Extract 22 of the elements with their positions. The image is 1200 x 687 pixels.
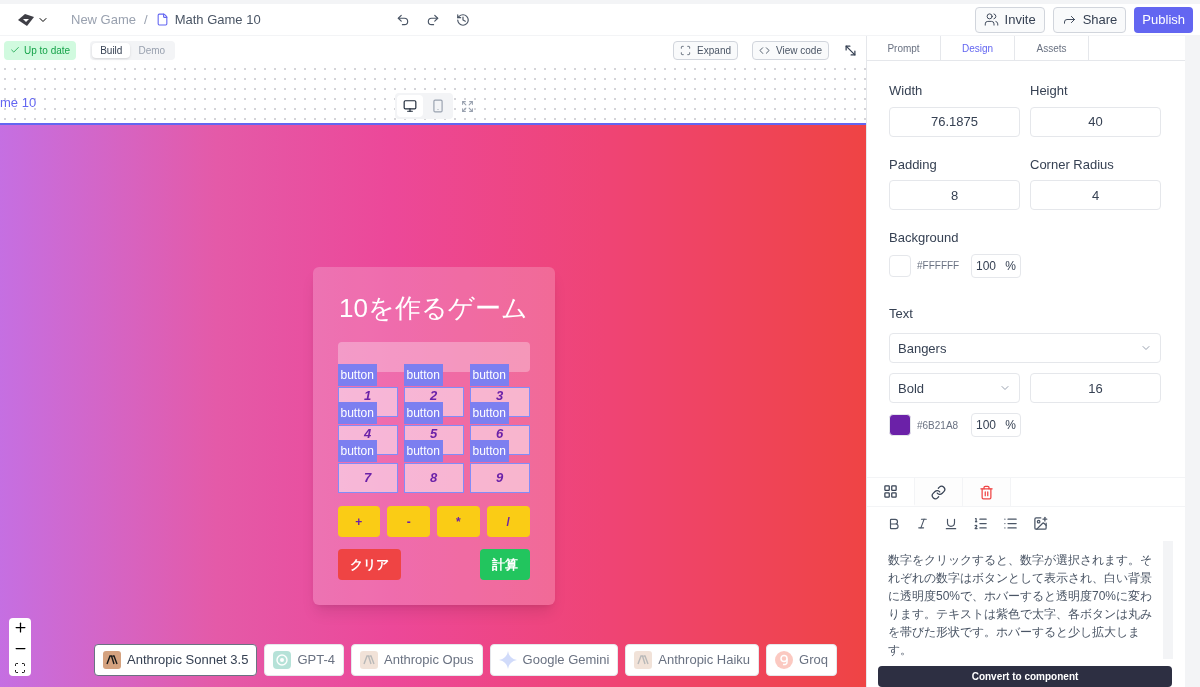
element-tooltip: button <box>403 364 443 386</box>
field-label: Height <box>1030 82 1069 101</box>
frame-title: me 10 <box>0 96 37 109</box>
element-tooltip: button <box>403 440 443 462</box>
description-text: 数字をクリックすると、数字が選択されます。それぞれの数字はボタンとして表示され、白い背景に透明度50%で、ホバーすると透明度70%に変わります。テキストは紫色で太字、各ボタンは丸みを帯びた形状です。ホバーすると少し拡大します。 <box>887 552 1154 660</box>
element-tooltip: button <box>337 364 377 386</box>
field-label: Text <box>889 305 914 323</box>
field-label: Width <box>889 82 924 101</box>
element-tooltip: button <box>337 440 377 462</box>
element-tooltip: button <box>469 364 509 386</box>
element-tooltip: button <box>403 402 443 424</box>
element-tooltip: button <box>469 402 509 424</box>
color-hex: #FFFFFF <box>917 259 961 274</box>
element-tooltip: button <box>469 440 509 462</box>
color-hex: #6B21A8 <box>917 419 960 433</box>
element-tooltip: button <box>337 402 377 424</box>
game-title: 10を作るゲーム <box>338 292 529 325</box>
breadcrumb-separator: / <box>144 10 148 29</box>
field-label: Padding <box>889 156 938 174</box>
status-badge: Up to date <box>4 40 77 60</box>
field-label: Background <box>889 229 960 248</box>
field-label: Corner Radius <box>1030 156 1115 174</box>
